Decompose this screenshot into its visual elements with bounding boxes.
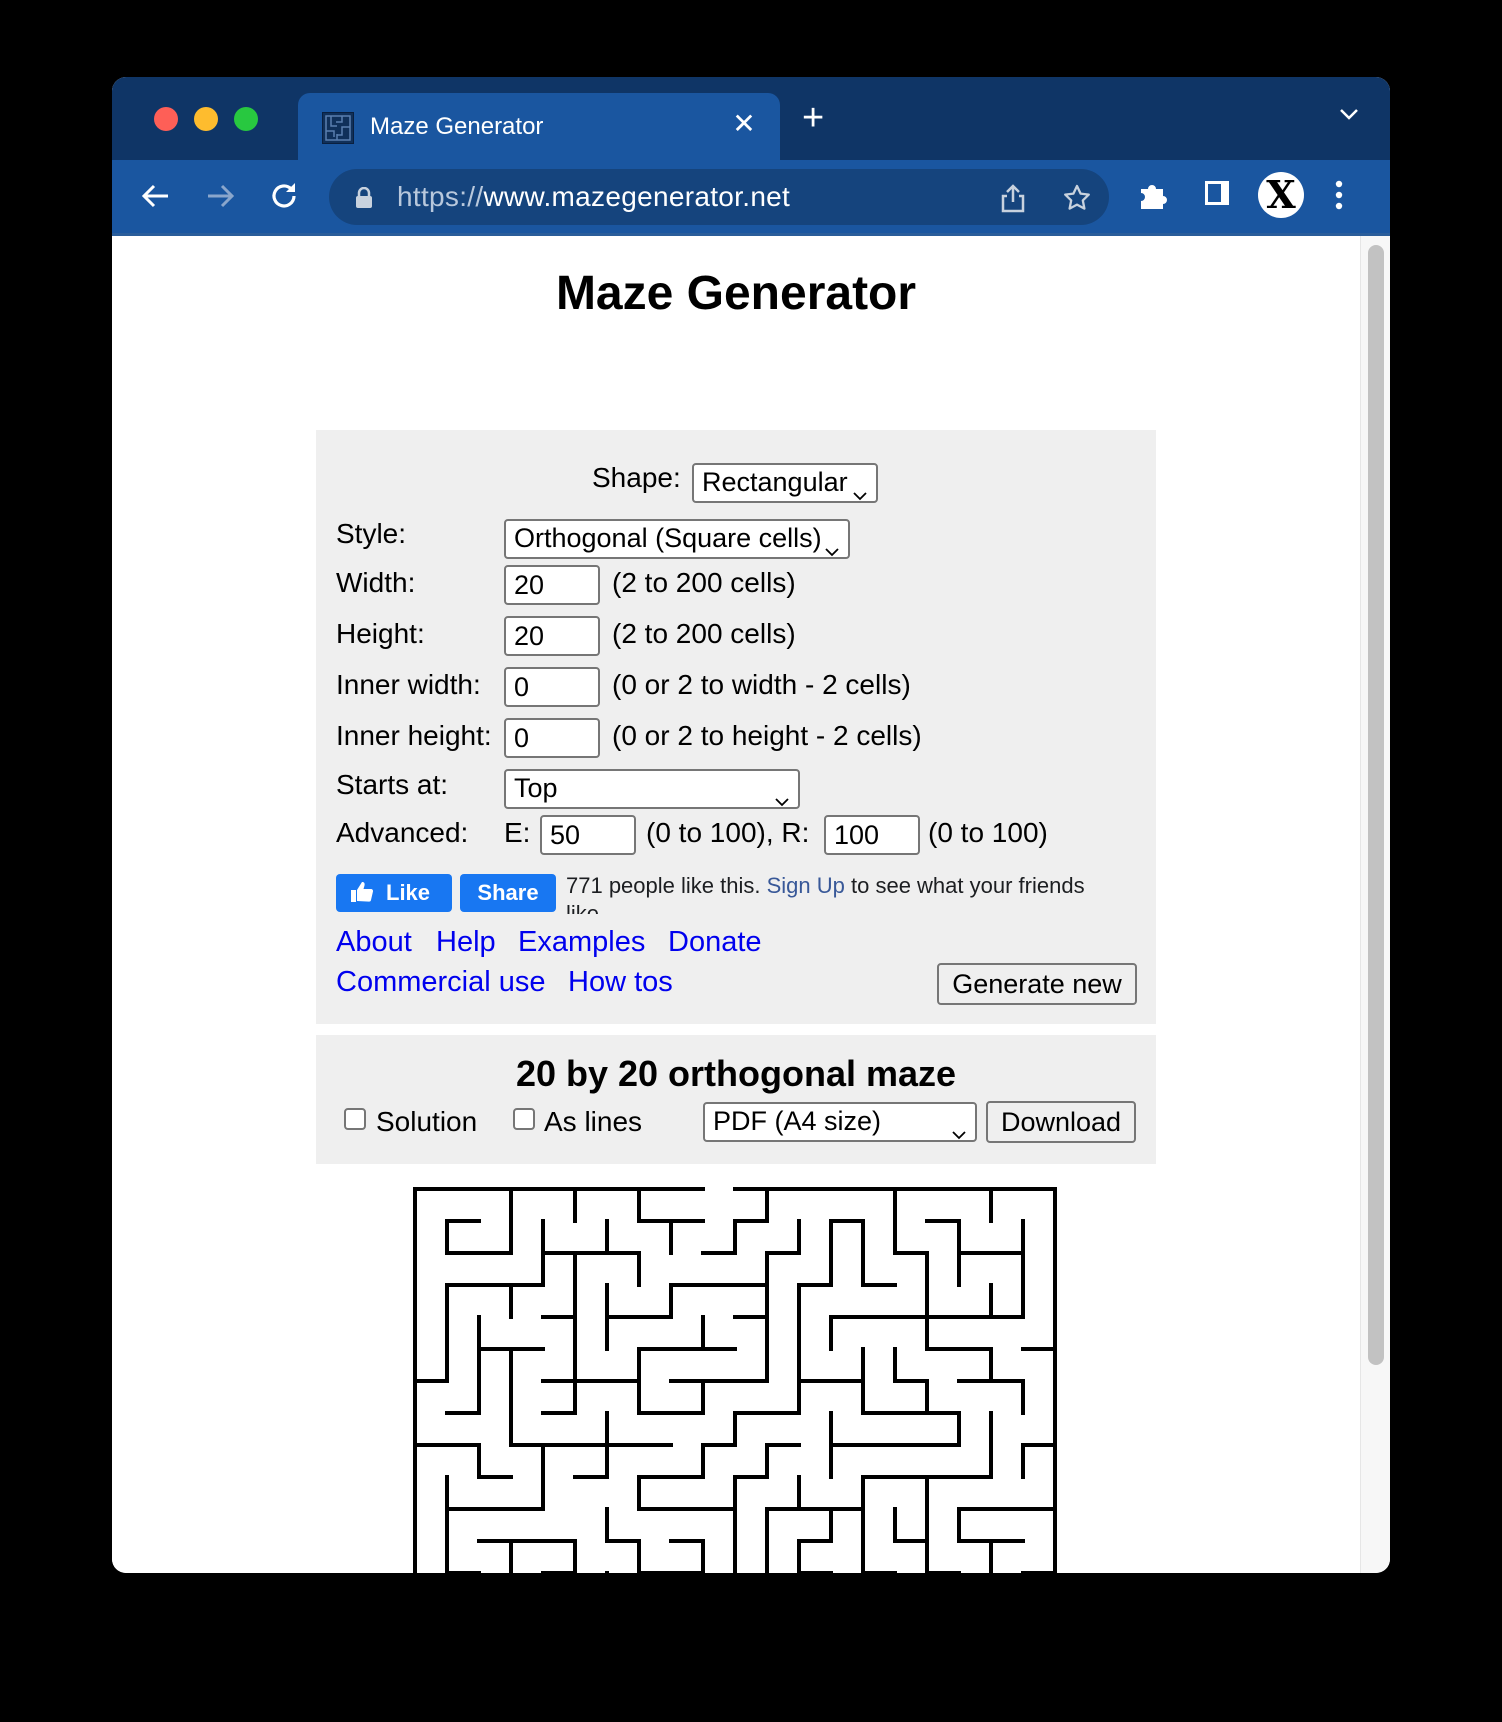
- inner-width-input[interactable]: [504, 667, 600, 707]
- width-label: Width:: [336, 567, 416, 598]
- new-tab-button[interactable]: +: [802, 99, 824, 137]
- extensions-puzzle-icon[interactable]: [1136, 178, 1170, 217]
- shape-select[interactable]: Rectangular: [692, 463, 878, 503]
- advanced-label: Advanced:: [336, 817, 469, 848]
- generate-new-button[interactable]: Generate new: [937, 963, 1137, 1005]
- solution-checkbox[interactable]: [344, 1108, 366, 1130]
- r-input[interactable]: [824, 815, 920, 855]
- maze-image: [412, 1186, 1072, 1573]
- style-label: Style:: [336, 518, 407, 549]
- profile-avatar[interactable]: X: [1258, 172, 1304, 218]
- chevron-down-icon: [824, 533, 840, 564]
- browser-toolbar: https://www.mazegenerator.net X: [112, 160, 1390, 236]
- width-input[interactable]: [504, 565, 600, 605]
- maze-favicon-icon: [322, 112, 354, 144]
- chevron-down-icon: [951, 1116, 967, 1147]
- maze-svg: [413, 1187, 1057, 1573]
- forward-arrow-icon[interactable]: [202, 178, 238, 214]
- lock-icon[interactable]: [355, 186, 373, 214]
- inner-width-label: Inner width:: [336, 669, 481, 700]
- inner-height-hint: (0 or 2 to height - 2 cells): [612, 720, 922, 751]
- facebook-share-button[interactable]: Share: [460, 874, 556, 912]
- close-window-button[interactable]: [154, 107, 178, 131]
- download-button[interactable]: Download: [986, 1101, 1136, 1143]
- height-label: Height:: [336, 618, 425, 649]
- url-text[interactable]: https://www.mazegenerator.net: [397, 181, 790, 213]
- chevron-down-icon: [774, 783, 790, 814]
- thumbs-up-icon: [351, 882, 374, 902]
- side-panel-icon[interactable]: [1202, 178, 1232, 213]
- e-label: E:: [504, 817, 531, 848]
- maze-title: 20 by 20 orthogonal maze: [515, 1053, 957, 1094]
- download-format-select[interactable]: PDF (A4 size): [703, 1102, 977, 1142]
- width-hint: (2 to 200 cells): [612, 567, 796, 598]
- minimize-window-button[interactable]: [194, 107, 218, 131]
- shape-label: Shape:: [592, 462, 681, 493]
- tab-title: Maze Generator: [370, 113, 544, 140]
- share-icon[interactable]: [999, 183, 1027, 218]
- link-donate[interactable]: Donate: [668, 926, 762, 959]
- tab-strip: Maze Generator ✕ +: [112, 77, 1390, 160]
- facebook-signup-link[interactable]: Sign Up: [767, 874, 845, 898]
- as-lines-label: As lines: [544, 1106, 643, 1137]
- maze-output-panel: 20 by 20 orthogonal maze Solution As lin…: [316, 1035, 1156, 1164]
- style-select[interactable]: Orthogonal (Square cells): [504, 519, 850, 559]
- solution-label: Solution: [376, 1106, 478, 1137]
- link-help[interactable]: Help: [436, 926, 496, 959]
- height-hint: (2 to 200 cells): [612, 618, 796, 649]
- starts-at-label: Starts at:: [336, 769, 449, 800]
- link-examples[interactable]: Examples: [518, 926, 645, 959]
- inner-height-input[interactable]: [504, 718, 600, 758]
- e-input[interactable]: [540, 815, 636, 855]
- tab-close-icon[interactable]: ✕: [728, 107, 760, 140]
- browser-window: Maze Generator ✕ + https://www.mazegener…: [112, 77, 1390, 1573]
- page-content: Maze Generator Shape: Rectangular Style:…: [112, 236, 1360, 1573]
- vertical-scrollbar[interactable]: [1360, 236, 1390, 1573]
- back-arrow-icon[interactable]: [138, 178, 174, 214]
- height-input[interactable]: [504, 616, 600, 656]
- facebook-like-button[interactable]: Like: [336, 874, 452, 912]
- maze-settings-panel: Shape: Rectangular Style: Orthogonal (Sq…: [316, 430, 1156, 1024]
- e-hint: (0 to 100), R:: [646, 817, 810, 848]
- inner-height-label: Inner height:: [336, 720, 492, 751]
- tab-search-chevron-icon[interactable]: [1338, 107, 1360, 126]
- starts-at-select[interactable]: Top: [504, 769, 800, 809]
- reload-icon[interactable]: [266, 178, 302, 214]
- bookmark-star-icon[interactable]: [1062, 183, 1092, 218]
- address-bar[interactable]: https://www.mazegenerator.net: [329, 169, 1109, 225]
- link-commercial-use[interactable]: Commercial use: [336, 966, 546, 999]
- scrollbar-thumb[interactable]: [1368, 245, 1384, 1365]
- link-about[interactable]: About: [336, 926, 412, 959]
- tab-maze-generator[interactable]: Maze Generator ✕: [298, 93, 780, 160]
- link-how-tos[interactable]: How tos: [568, 966, 673, 999]
- more-menu-icon[interactable]: [1334, 178, 1344, 217]
- page-title: Maze Generator: [555, 267, 917, 320]
- inner-width-hint: (0 or 2 to width - 2 cells): [612, 669, 911, 700]
- chevron-down-icon: [852, 477, 868, 508]
- facebook-widget: Like Share 771 people like this. Sign Up…: [336, 874, 1136, 914]
- zoom-window-button[interactable]: [234, 107, 258, 131]
- facebook-like-count: 771 people like this. Sign Up to see wha…: [566, 874, 1085, 914]
- as-lines-checkbox[interactable]: [513, 1108, 535, 1130]
- r-hint: (0 to 100): [928, 817, 1048, 848]
